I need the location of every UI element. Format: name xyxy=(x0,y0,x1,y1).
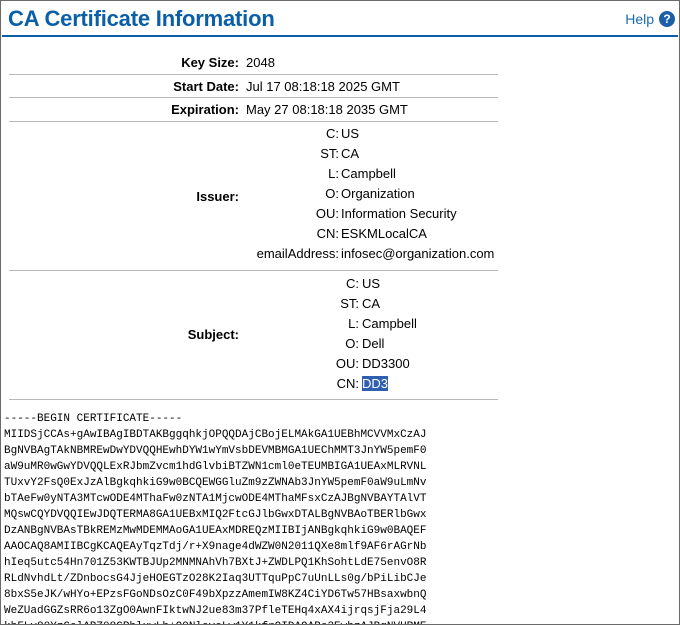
header: CA Certificate Information Help ? xyxy=(1,1,679,35)
issuer-entry: C: US xyxy=(9,126,498,146)
subject-row: Subject: C: US ST: CA L: Campbell O: Dell OU… xyxy=(9,271,498,400)
help-link[interactable]: Help ? xyxy=(625,11,675,27)
dn-key: ST: xyxy=(320,146,339,161)
certificate-pem[interactable]: -----BEGIN CERTIFICATE----- MIIDSjCCAs+gA… xyxy=(4,411,679,624)
subject-entry: ST: CA xyxy=(9,296,498,316)
issuer-entry: OU: Information Security xyxy=(9,206,498,226)
issuer-entry: O: Organization xyxy=(9,186,498,206)
dn-value: Dell xyxy=(362,336,385,351)
certificate-line: MIIDSjCCAs+gAwIBAgIBDTAKBggqhkjOPQQDAjCB… xyxy=(4,429,427,441)
dn-key: OU: xyxy=(315,206,339,221)
dn-key: C: xyxy=(326,126,339,141)
help-icon[interactable]: ? xyxy=(659,11,675,27)
start-date-row: Start Date: Jul 17 08:18:18 2025 GMT xyxy=(9,75,498,98)
dn-key: O: xyxy=(325,186,339,201)
dn-key: L: xyxy=(348,316,359,331)
start-date-label: Start Date: xyxy=(173,79,239,94)
certificate-line: BgNVBAgTAkNBMREwDwYDVQQHEwhDYW1wYmVsbDEV… xyxy=(4,445,427,457)
dn-value: CA xyxy=(362,296,381,311)
key-size-row: Key Size: 2048 xyxy=(9,51,498,75)
subject-dn: C: US ST: CA L: Campbell O: Dell OU: DD3300 C… xyxy=(9,276,498,396)
header-divider xyxy=(2,35,678,37)
help-label[interactable]: Help xyxy=(625,11,654,27)
certificate-line: aW9uMR0wGwYDVQQLExRJbmZvcm1hdGlvbiBTZWN1… xyxy=(4,461,427,473)
dn-value: Campbell xyxy=(362,316,417,331)
subject-entry: O: Dell xyxy=(9,336,498,356)
certificate-line: TUxvY2FsQ0ExJzAlBgkqhkiG9w0BCQEWGGluZm9z… xyxy=(4,477,427,489)
dn-key: emailAddress: xyxy=(256,246,339,261)
certificate-line: hIeq5utc54Hn701Z53KWTBJUp2MNMNAhVh7BXtJ+… xyxy=(4,557,427,569)
certificate-line: bTAeFw0yNTA3MTcwODE4MThaFw0zNTA1MjcwODE4… xyxy=(4,493,427,505)
expiration-row: Expiration: May 27 08:18:18 2035 GMT xyxy=(9,98,498,122)
issuer-entry: ST: CA xyxy=(9,146,498,166)
dn-key: O: xyxy=(345,336,359,351)
dn-value: ESKMLocalCA xyxy=(341,226,427,241)
dn-value: DD3300 xyxy=(362,356,410,371)
start-date-value: Jul 17 08:18:18 2025 GMT xyxy=(246,79,400,94)
certificate-details-table: Key Size: 2048 Start Date: Jul 17 08:18:… xyxy=(9,51,498,400)
dn-key: CN: xyxy=(336,376,359,391)
dn-value: Campbell xyxy=(341,166,396,181)
issuer-entry: L: Campbell xyxy=(9,166,498,186)
subject-entry: OU: DD3300 xyxy=(9,356,498,376)
dn-key: ST: xyxy=(340,296,359,311)
certificate-dialog: CA Certificate Information Help ? Key Si… xyxy=(0,0,680,625)
issuer-entry: CN: ESKMLocalCA xyxy=(9,226,498,246)
certificate-line: -----BEGIN CERTIFICATE----- xyxy=(4,413,183,425)
subject-entry: CN: DD3 xyxy=(9,376,498,396)
dn-key: OU: xyxy=(335,356,359,371)
certificate-line: DzANBgNVBAsTBkREMzMwMDEMMAoGA1UEAxMDREQz… xyxy=(4,525,427,537)
certificate-line: 8bxS5eJK/wHYo+EPzsFGoNDsOzC0F49bXpzzAmem… xyxy=(4,589,427,601)
certificate-line: MQswCQYDVQQIEwJDQTERMA8GA1UEBxMIQ2FtcGJl… xyxy=(4,509,427,521)
certificate-line: AAOCAQ8AMIIBCgKCAQEAyTqzTdj/r+X9nage4dWZ… xyxy=(4,541,427,553)
dn-key: C: xyxy=(346,276,359,291)
certificate-line: WeZUadGGZsRR6o13ZgO0AwnFIktwNJ2ue83m37Pf… xyxy=(4,605,427,617)
dn-value: Organization xyxy=(341,186,415,201)
dn-value: infosec@organization.com xyxy=(341,246,495,261)
dn-value-selected[interactable]: DD3 xyxy=(362,376,389,391)
subject-entry: L: Campbell xyxy=(9,316,498,336)
expiration-label: Expiration: xyxy=(171,102,239,117)
page-title: CA Certificate Information xyxy=(8,6,275,31)
certificate-line: RLdNvhdLt/ZDnbocsG4JjeHOEGTzO28K2Iaq3UTT… xyxy=(4,573,427,585)
subject-entry: C: US xyxy=(9,276,498,296)
dn-key: CN: xyxy=(316,226,339,241)
dn-value: US xyxy=(362,276,381,291)
certificate-line: khFLy80YzColABZ08GPblxwLb+Q9NleveLw1Y1kf… xyxy=(4,619,679,624)
issuer-dn: C: US ST: CA L: Campbell O: Organization OU:… xyxy=(9,126,498,266)
dn-value: US xyxy=(341,126,360,141)
issuer-entry: emailAddress: infosec@organization.com xyxy=(9,246,498,266)
expiration-value: May 27 08:18:18 2035 GMT xyxy=(246,102,408,117)
key-size-value: 2048 xyxy=(246,55,275,70)
key-size-label: Key Size: xyxy=(181,55,239,70)
dn-value: CA xyxy=(341,146,360,161)
issuer-row: Issuer: C: US ST: CA L: Campbell O: Organiza… xyxy=(9,122,498,271)
dn-key: L: xyxy=(328,166,339,181)
dn-value: Information Security xyxy=(341,206,457,221)
